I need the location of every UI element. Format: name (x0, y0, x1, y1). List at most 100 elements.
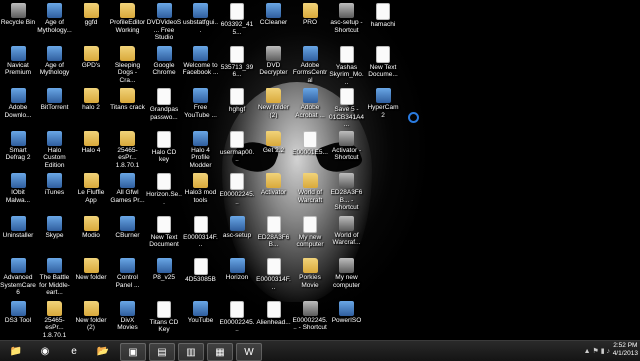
desktop-icon-label: PowerISO (331, 316, 362, 324)
desktop-icon-titans-crack[interactable]: Titans crack (110, 88, 146, 112)
taskbar-chrome[interactable]: ◉ (33, 343, 57, 359)
desktop-icon-yashas-skyrim[interactable]: Yashas Skyrim_Mo... (329, 45, 365, 87)
desktop-icon-usermap00[interactable]: usermap00... (219, 130, 255, 164)
desktop-icon-uninstaller[interactable]: Uninstaller (0, 215, 36, 240)
desktop-icon-dvdvideosoft[interactable]: DVDVideoS... Free Studio (146, 3, 182, 42)
desktop-icon-new-text-document[interactable]: New Text Document (146, 215, 182, 249)
desktop-icon-ccleaner[interactable]: CCleaner (256, 3, 292, 27)
clock[interactable]: 2:52 PM 4/1/2013 (613, 342, 638, 360)
desktop-icon-divx-movies[interactable]: DivX Movies (110, 300, 146, 332)
taskbar-explorer-2[interactable]: 📂 (91, 343, 115, 359)
desktop-icon-horizon-se[interactable]: Horizon.Se... (146, 173, 182, 206)
desktop-icon-titans-cd-key[interactable]: Titans CD Key (146, 300, 182, 334)
taskbar-app-3[interactable]: ▦ (207, 343, 233, 361)
desktop-icon-halo-custom-edition[interactable]: Halo Custom Edition (37, 130, 73, 170)
desktop-icon-cburner[interactable]: CBurner (110, 215, 146, 240)
desktop-icon-google-chrome[interactable]: Google Chrome (146, 45, 182, 77)
desktop-icon-recycle-bin[interactable]: Recycle Bin (0, 3, 36, 27)
desktop-icon-e00002245-shortcut[interactable]: E00002245... - Shortcut (292, 300, 328, 332)
desktop-icon-advanced-systemcare[interactable]: Advanced SystemCare 6 (0, 258, 36, 297)
desktop-icon-adobe-acrobat[interactable]: Adobe Acrobat ... (292, 88, 328, 119)
desktop-icon-youtube[interactable]: YouTube (183, 300, 219, 325)
desktop-icon-sleeping-dogs[interactable]: Sleeping Dogs - Cra... (110, 45, 146, 85)
desktop-icon-itunes[interactable]: iTunes (37, 173, 73, 197)
desktop-icon-my-new-computer-2[interactable]: My new computer (329, 258, 365, 289)
desktop-icon-hypercam2[interactable]: HyperCam 2 (365, 88, 401, 119)
desktop-icon-all-gfwl-games[interactable]: All Gfwl Games Pr... (110, 173, 146, 204)
desktop-icon-hamachi[interactable]: hamachi (365, 3, 401, 29)
desktop-icon-ed28a3f6b-shortcut[interactable]: ED28A3F6B... - Shortcut (329, 173, 365, 212)
taskbar-wow[interactable]: W (236, 343, 262, 361)
desktop-icon-usbstatfgui[interactable]: usbstatfgui... (183, 3, 219, 34)
desktop-icon-my-new-computer-1[interactable]: My new computer (292, 215, 328, 249)
desktop[interactable]: Recycle Bin Age of Mythology... ggfd Profil… (0, 0, 640, 340)
application-icon (47, 130, 62, 146)
desktop-icon-grandpas-password[interactable]: Grandpas passwo... (146, 88, 182, 121)
desktop-icon-horizon[interactable]: Horizon (219, 258, 255, 282)
desktop-icon-bittorrent[interactable]: BitTorrent (37, 88, 73, 112)
desktop-icon-label: BitTorrent (40, 104, 69, 111)
desktop-icon-file-25465-1[interactable]: 25465-esPr... 1.8.70.1 (110, 130, 146, 170)
desktop-icon-ds3-tool[interactable]: DS3 Tool (0, 300, 36, 325)
folder-icon (83, 45, 99, 61)
desktop-icon-alienhead[interactable]: Alienhead... (256, 300, 292, 327)
desktop-icon-adobe-download[interactable]: Adobe Downlo... (0, 88, 36, 119)
desktop-icon-new-folder-2b[interactable]: New folder (2) (73, 300, 109, 332)
desktop-icon-file-25465-2[interactable]: 25465-esPr... 1.8.70.1 (37, 300, 73, 340)
desktop-icon-activator-shortcut[interactable]: Activator - Shortcut (329, 130, 365, 162)
desktop-icon-world-of-warcraft-1[interactable]: World of Warcraft (292, 173, 328, 204)
desktop-icon-halo-4[interactable]: Halo 4 (73, 130, 109, 155)
system-tray-icons[interactable]: ▲ ⚑ ▮ ♪ (584, 347, 610, 355)
desktop-icon-new-folder-2[interactable]: New folder (2) (256, 88, 292, 119)
desktop-icon-adobe-formscentral[interactable]: Adobe FormsCentral (292, 45, 328, 85)
taskbar-file-explorer[interactable]: 📁 (4, 343, 28, 359)
desktop-icon-le-fluffie-app[interactable]: Le Fluffie App (73, 173, 109, 204)
desktop-icon-modio[interactable]: Modio (73, 215, 109, 240)
desktop-icon-new-text-doc-1[interactable]: New Text Docume... (365, 45, 401, 79)
desktop-icon-smart-defrag[interactable]: Smart Defrag 2 (0, 130, 36, 162)
taskbar-internet-explorer[interactable]: e (62, 343, 86, 359)
desktop-icon-battle-middle-earth[interactable]: The Battle for Middle-eart... (37, 258, 73, 297)
taskbar-app-1[interactable]: ▤ (149, 343, 175, 361)
desktop-icon-halo3-mod-tools[interactable]: Halo3 mod tools (183, 173, 219, 204)
desktop-icon-p8-v25[interactable]: P8_v25 (146, 258, 182, 282)
desktop-icon-e00001e5[interactable]: E00001E5... (292, 130, 328, 157)
desktop-icon-save-5[interactable]: Save 5 - 01CB341A4... (329, 88, 365, 129)
desktop-icon-ggfd[interactable]: ggfd (73, 3, 109, 27)
desktop-icon-profileeditor[interactable]: ProfileEditor Working (110, 3, 146, 34)
desktop-icon-pro[interactable]: PRO (292, 3, 328, 27)
desktop-icon-e0000314f-1[interactable]: E0000314F... (183, 215, 219, 249)
desktop-icon-free-youtube[interactable]: Free YouTube ... (183, 88, 219, 119)
desktop-icon-iobit-malware[interactable]: IObit Malwa... (0, 173, 36, 204)
desktop-icon-hghgf[interactable]: hghgf (219, 88, 255, 114)
desktop-icon-control-panel[interactable]: Control Panel ... (110, 258, 146, 289)
desktop-icon-label: Halo3 mod tools (184, 189, 217, 204)
desktop-icon-get-2[interactable]: Get 2.2 (256, 130, 292, 155)
desktop-icon-poweriso[interactable]: PowerISO (329, 300, 365, 325)
desktop-icon-e00002245-1[interactable]: E00002245... (219, 173, 255, 206)
desktop-icon-welcome-facebook[interactable]: Welcome to Facebook ... (183, 45, 219, 77)
desktop-icon-file-4d53085b[interactable]: 4D53085B (183, 258, 219, 284)
desktop-icon-activator[interactable]: Activator (256, 173, 292, 197)
desktop-icon-halo-2[interactable]: halo 2 (73, 88, 109, 112)
desktop-icon-asc-setup[interactable]: asc-setup (219, 215, 255, 240)
desktop-icon-halo-4-profile-modder[interactable]: Halo 4 Profile Modder (183, 130, 219, 170)
desktop-icon-file-535713[interactable]: 535713_396... (219, 45, 255, 79)
desktop-icon-ed28a3f6b[interactable]: ED28A3F6B... (256, 215, 292, 249)
desktop-icon-halo-cd-key[interactable]: Halo CD key (146, 130, 182, 164)
desktop-icon-age-of-mythology-2[interactable]: Age of Mythology (37, 45, 73, 77)
desktop-icon-gpds[interactable]: GPD's (73, 45, 109, 70)
desktop-icon-age-of-mythology-1[interactable]: Age of Mythology... (37, 3, 73, 34)
desktop-icon-dvd-decrypter[interactable]: DVD Decrypter (256, 45, 292, 77)
desktop-icon-skype[interactable]: Skype (37, 215, 73, 240)
desktop-icon-e0000314f-2[interactable]: E0000314F... (256, 258, 292, 291)
desktop-icon-file-603392[interactable]: 603392_415... (219, 3, 255, 36)
desktop-icon-new-folder[interactable]: New folder (73, 258, 109, 282)
desktop-icon-porkies-movie[interactable]: Porkies Movie (292, 258, 328, 289)
desktop-icon-navicat[interactable]: Navicat Premium (0, 45, 36, 77)
taskbar-cmd[interactable]: ▣ (120, 343, 146, 361)
desktop-icon-e00002245-2[interactable]: E00002245... (219, 300, 255, 334)
desktop-icon-asc-setup-shortcut-1[interactable]: asc-setup - Shortcut (329, 3, 365, 34)
desktop-icon-world-of-warcraft-2[interactable]: World of Warcraf... (329, 215, 365, 247)
taskbar-app-2[interactable]: ▥ (178, 343, 204, 361)
